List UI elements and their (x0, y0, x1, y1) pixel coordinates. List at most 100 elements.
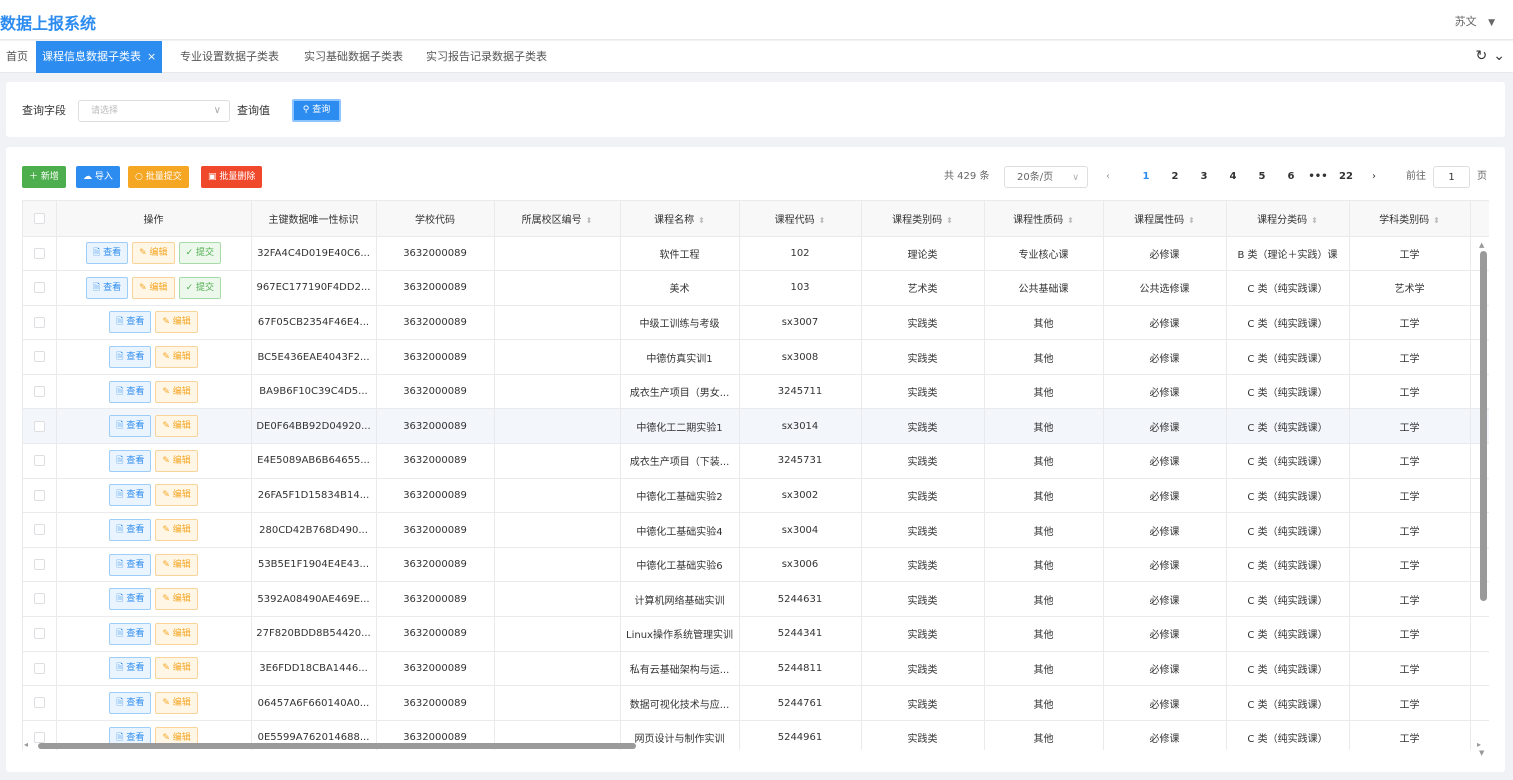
row-checkbox[interactable] (23, 616, 57, 652)
view-button[interactable]: 🗎 查看 (109, 657, 152, 680)
submit-button[interactable]: ✓ 提交 (178, 276, 221, 299)
edit-button[interactable]: ✎ 编辑 (155, 553, 198, 576)
page-5[interactable]: 5 (1255, 166, 1269, 188)
edit-button[interactable]: ✎ 编辑 (155, 692, 198, 715)
col-header-class[interactable]: 课程分类码 ⬍ (1226, 201, 1350, 237)
query-field-select[interactable]: 请选择 ∨ (78, 100, 230, 122)
view-button[interactable]: 🗎 查看 (109, 311, 152, 334)
edit-button[interactable]: ✎ 编辑 (155, 519, 198, 542)
page-2[interactable]: 2 (1168, 166, 1182, 188)
sort-icon[interactable]: ⬍ (586, 216, 593, 225)
import-button[interactable]: ☁ 导入 (76, 166, 120, 188)
col-header-nature[interactable]: 课程性质码 ⬍ (984, 201, 1104, 237)
row-checkbox[interactable] (23, 305, 57, 341)
row-checkbox[interactable] (23, 270, 57, 306)
tab-home[interactable]: 首页 (0, 41, 34, 73)
view-button[interactable]: 🗎 查看 (85, 242, 129, 265)
view-button[interactable]: 🗎 查看 (85, 276, 129, 299)
view-button[interactable]: 🗎 查看 (109, 622, 152, 645)
page-size-select[interactable]: 20条/页 ∨ (1004, 166, 1088, 188)
table-row[interactable]: 🗎 查看 ✎ 编辑 BA9B6F10C39C4D5... 3632000089 成衣生产… (23, 374, 1489, 410)
close-icon[interactable]: × (147, 50, 156, 63)
tab-internship-report[interactable]: 实习报告记录数据子类表 (420, 41, 553, 73)
col-header-subject[interactable]: 学科类别码 ⬍ (1349, 201, 1471, 237)
page-22[interactable]: 22 (1337, 166, 1355, 188)
search-button[interactable]: ⚲ 查询 (292, 99, 341, 122)
sort-icon[interactable]: ⬍ (698, 216, 705, 225)
row-checkbox[interactable] (23, 651, 57, 687)
edit-button[interactable]: ✎ 编辑 (155, 657, 198, 680)
submit-button[interactable]: ✓ 提交 (178, 242, 221, 265)
col-header-code[interactable]: 课程代码 ⬍ (739, 201, 862, 237)
next-page-icon[interactable]: › (1372, 166, 1376, 188)
prev-page-icon[interactable]: ‹ (1106, 166, 1110, 188)
col-header-name[interactable]: 课程名称 ⬍ (620, 201, 740, 237)
page-4[interactable]: 4 (1226, 166, 1240, 188)
table-row[interactable]: 🗎 查看 ✎ 编辑 BC5E436EAE4043F2... 3632000089 中德仿… (23, 339, 1489, 375)
row-checkbox[interactable] (23, 236, 57, 272)
table-row[interactable]: 🗎 查看 ✎ 编辑 3E6FDD18CBA1446... 3632000089 私有云基… (23, 651, 1489, 687)
table-row[interactable]: 🗎 查看 ✎ 编辑 ✓ 提交 967EC177190F4DD2... 363200008… (23, 270, 1489, 306)
table-row[interactable]: 🗎 查看 ✎ 编辑 67F05CB2354F46E4... 3632000089 中级工… (23, 305, 1489, 341)
view-button[interactable]: 🗎 查看 (109, 449, 152, 472)
edit-button[interactable]: ✎ 编辑 (132, 276, 175, 299)
chevron-down-icon[interactable]: ⌄ (1493, 48, 1505, 64)
batch-submit-button[interactable]: ○ 批量提交 (128, 166, 189, 188)
edit-button[interactable]: ✎ 编辑 (155, 588, 198, 611)
row-checkbox[interactable] (23, 339, 57, 375)
sort-icon[interactable]: ⬍ (946, 216, 953, 225)
sort-icon[interactable]: ⬍ (1311, 216, 1318, 225)
table-row[interactable]: 🗎 查看 ✎ 编辑 27F820BDD8B54420... 3632000089 Lin… (23, 616, 1489, 652)
view-button[interactable]: 🗎 查看 (109, 484, 152, 507)
view-button[interactable]: 🗎 查看 (109, 588, 152, 611)
edit-button[interactable]: ✎ 编辑 (155, 415, 198, 438)
table-row[interactable]: 🗎 查看 ✎ 编辑 26FA5F1D15834B14... 3632000089 中德化… (23, 478, 1489, 514)
row-checkbox[interactable] (23, 408, 57, 445)
edit-button[interactable]: ✎ 编辑 (155, 380, 198, 403)
view-button[interactable]: 🗎 查看 (109, 346, 152, 369)
sort-icon[interactable]: ⬍ (1067, 216, 1074, 225)
row-checkbox[interactable] (23, 512, 57, 548)
tab-internship-base[interactable]: 实习基础数据子类表 (298, 41, 409, 73)
page-1[interactable]: 1 (1139, 166, 1153, 188)
user-menu[interactable]: 苏文 ▼ (1455, 13, 1495, 29)
edit-button[interactable]: ✎ 编辑 (155, 346, 198, 369)
edit-button[interactable]: ✎ 编辑 (155, 622, 198, 645)
table-row[interactable]: 🗎 查看 ✎ 编辑 ✓ 提交 32FA4C4D019E40C6... 363200008… (23, 236, 1489, 272)
scroll-right-icon[interactable]: ▸ (1477, 740, 1481, 749)
table-row[interactable]: 🗎 查看 ✎ 编辑 06457A6F660140A0... 3632000089 数据可… (23, 685, 1489, 721)
col-header-campus[interactable]: 所属校区编号 ⬍ (494, 201, 621, 237)
edit-button[interactable]: ✎ 编辑 (132, 242, 175, 265)
add-button[interactable]: ＋ 新增 (22, 166, 66, 188)
refresh-icon[interactable]: ↻ (1476, 48, 1488, 64)
goto-page-input[interactable]: 1 (1433, 166, 1470, 188)
table-row[interactable]: 🗎 查看 ✎ 编辑 53B5E1F1904E4E43... 3632000089 中德化… (23, 547, 1489, 583)
view-button[interactable]: 🗎 查看 (109, 380, 152, 403)
row-checkbox[interactable] (23, 685, 57, 721)
sort-icon[interactable]: ⬍ (1188, 216, 1195, 225)
scroll-left-icon[interactable]: ◂ (24, 740, 28, 749)
row-checkbox[interactable] (23, 374, 57, 410)
sort-icon[interactable]: ⬍ (1433, 216, 1440, 225)
scroll-down-icon[interactable]: ▼ (1479, 749, 1484, 757)
page-6[interactable]: 6 (1284, 166, 1298, 188)
edit-button[interactable]: ✎ 编辑 (155, 484, 198, 507)
vertical-scrollbar[interactable]: ▲ ▼ (1479, 241, 1487, 757)
table-row[interactable]: 🗎 查看 ✎ 编辑 DE0F64BB92D04920... 3632000089 中德化… (23, 408, 1489, 445)
col-header-attr[interactable]: 课程属性码 ⬍ (1103, 201, 1227, 237)
page-3[interactable]: 3 (1197, 166, 1211, 188)
select-all-checkbox[interactable] (23, 201, 57, 237)
view-button[interactable]: 🗎 查看 (109, 519, 152, 542)
view-button[interactable]: 🗎 查看 (109, 553, 152, 576)
edit-button[interactable]: ✎ 编辑 (155, 311, 198, 334)
row-checkbox[interactable] (23, 581, 57, 618)
sort-icon[interactable]: ⬍ (819, 216, 826, 225)
scrollbar-thumb[interactable] (38, 743, 636, 749)
scroll-up-icon[interactable]: ▲ (1479, 241, 1484, 249)
row-checkbox[interactable] (23, 547, 57, 583)
table-row[interactable]: 🗎 查看 ✎ 编辑 E4E5089AB6B64655... 3632000089 成衣生… (23, 443, 1489, 479)
table-row[interactable]: 🗎 查看 ✎ 编辑 5392A08490AE469E... 3632000089 计算机… (23, 581, 1489, 618)
row-checkbox[interactable] (23, 478, 57, 514)
batch-delete-button[interactable]: ▣ 批量删除 (201, 166, 263, 188)
tab-course-info[interactable]: 课程信息数据子类表 × (36, 41, 163, 73)
